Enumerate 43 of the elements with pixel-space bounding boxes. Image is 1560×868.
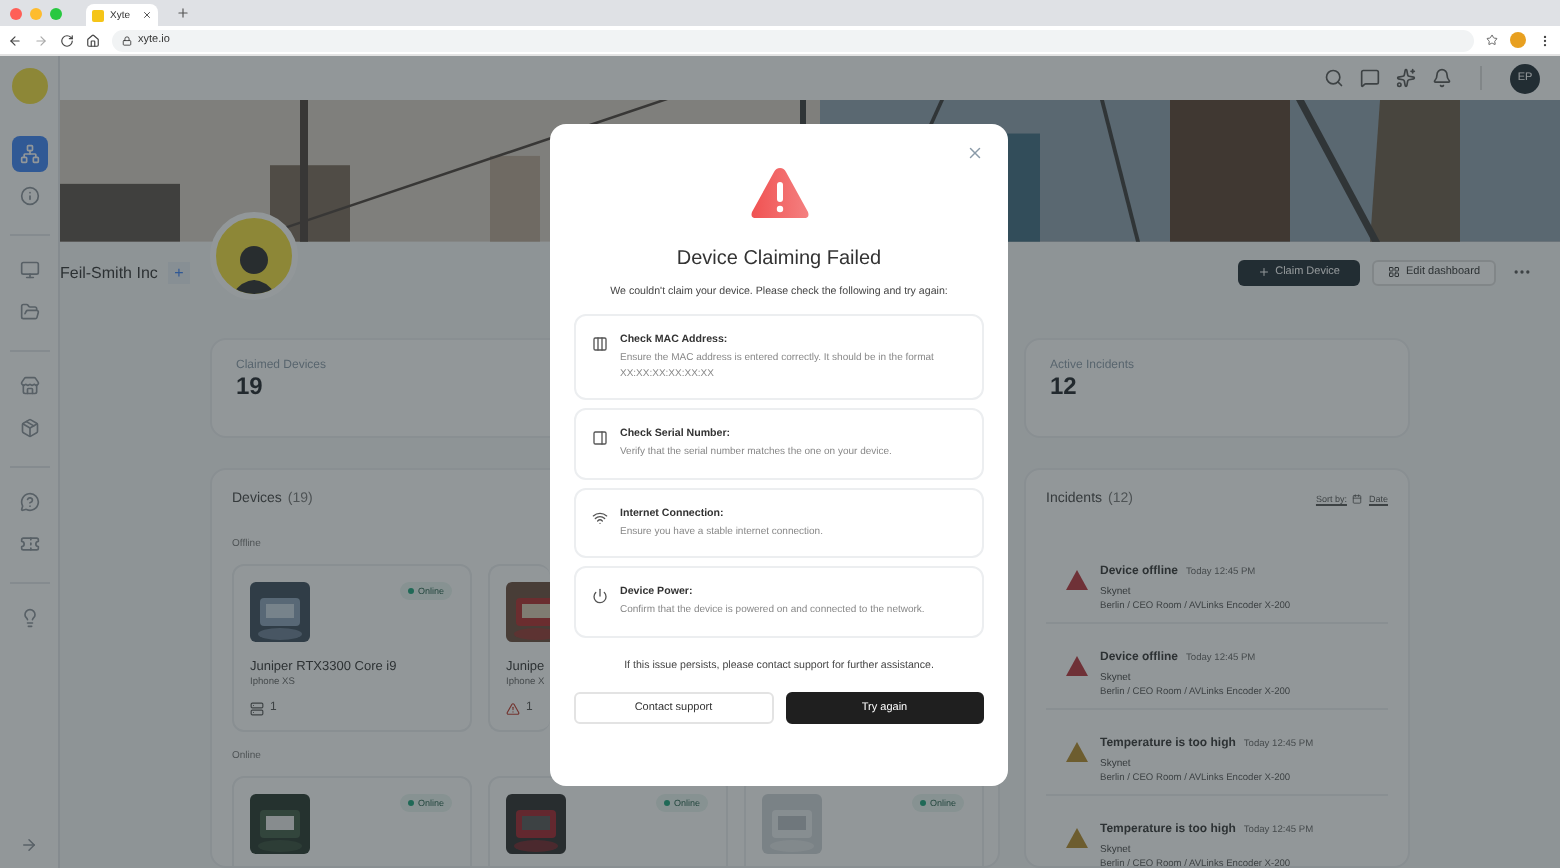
sparkles-icon[interactable] [1396,68,1416,89]
forward-icon[interactable] [34,33,48,47]
alert-icon [1066,741,1088,762]
columns-icon [592,336,608,352]
search-icon[interactable] [1324,68,1344,89]
panel-icon [592,430,608,446]
power-icon [592,588,608,604]
help-icon [19,492,39,512]
folder-icon [19,302,39,322]
home-icon[interactable] [86,33,100,47]
menu-icon[interactable] [1538,33,1552,47]
plus-icon [1257,266,1270,279]
back-icon[interactable] [8,33,22,47]
bell-icon[interactable] [1432,68,1452,89]
chat-icon[interactable] [1360,68,1380,89]
sidebar-item[interactable] [11,136,47,172]
new-tab-icon[interactable] [176,6,190,20]
profile-icon[interactable] [1510,32,1526,48]
alert-icon [1066,569,1088,590]
expand-icon[interactable] [20,836,38,854]
grid-icon [1388,266,1400,279]
lock-icon [122,35,132,45]
store-icon [19,376,39,396]
organization-logo [210,212,298,300]
favicon-icon [92,9,104,21]
organization-name: Feil-Smith Inc [60,263,158,282]
reload-icon[interactable] [60,33,74,47]
stat-value: 12 [1050,371,1079,400]
info-icon [19,186,39,206]
alert-icon [1066,827,1088,848]
wifi-icon [592,509,608,525]
ticket-icon [19,534,39,554]
stat-value: 19 [236,371,265,400]
calendar-icon [1352,493,1363,504]
alert-icon [1066,655,1088,676]
port-icon [250,701,264,716]
network-icon [19,144,39,164]
monitor-icon [19,260,39,280]
star-icon[interactable] [1486,34,1498,46]
dialog-title: Device Claiming Failed [676,248,882,270]
package-icon [19,418,39,438]
warning-icon [506,701,520,716]
lightbulb-icon [19,608,39,628]
